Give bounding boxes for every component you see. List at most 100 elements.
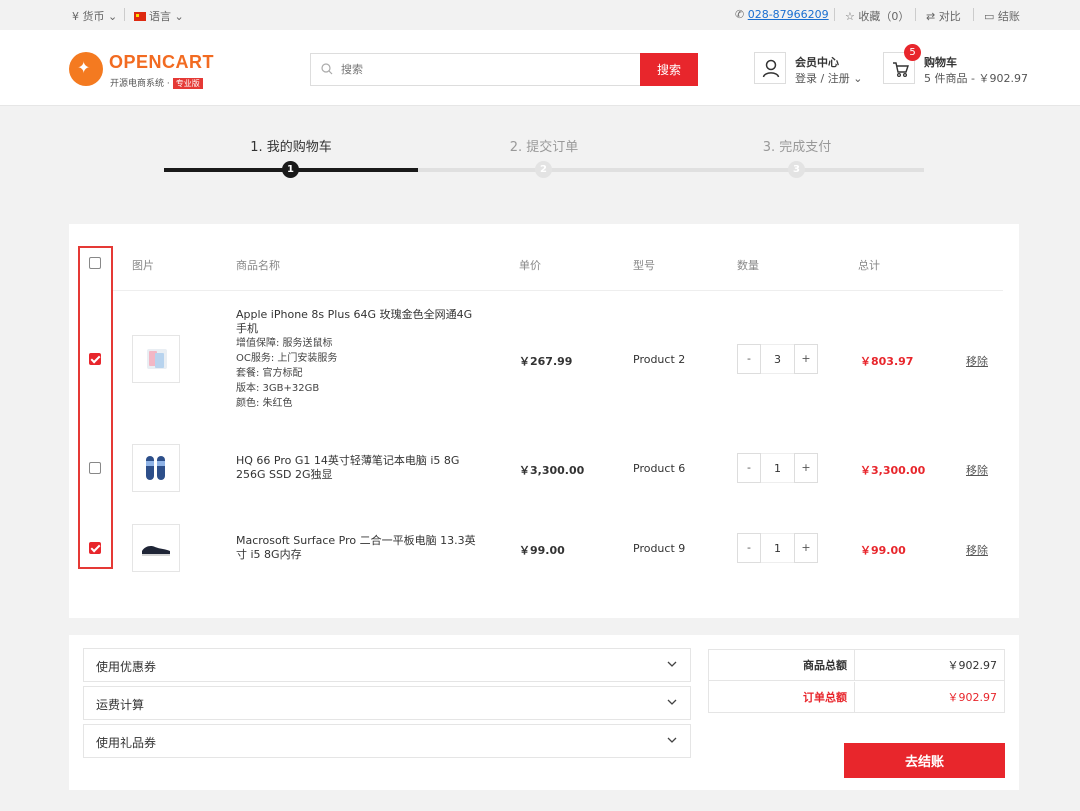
favorites-label: 收藏（0） [858,10,910,23]
slippers-product-icon[interactable] [132,444,180,492]
product-name[interactable]: Apple iPhone 8s Plus 64G 玫瑰金色全网通4G手机 [236,308,476,336]
cart-title: 购物车 [924,56,957,69]
divider [834,8,835,21]
cart-footer: 使用优惠券 运费计算 使用礼品券 商品总额 ￥902.97 订单总额 ￥902.… [69,635,1019,790]
quantity-stepper: - 1 + [737,453,818,483]
increase-qty-button[interactable]: + [794,453,818,483]
login-register-label: 登录 / 注册 [795,72,850,85]
chevron-down-icon: ⌄ [174,10,184,23]
compare-icon: ⇄ [926,10,936,23]
product-name-block: Macrosoft Surface Pro 二合一平板电脑 13.3英寸 i5 … [236,534,476,562]
decrease-qty-button[interactable]: - [737,533,761,563]
checkout-link[interactable]: ▭ 结账 [984,8,1020,24]
unit-price: ￥267.99 [519,355,573,368]
user-icon [754,52,786,84]
product-option: 增值保障: 服务送鼠标 [236,338,333,349]
product-name[interactable]: HQ 66 Pro G1 14英寸轻薄笔记本电脑 i5 8G 256G SSD … [236,454,476,482]
order-summary: 商品总额 ￥902.97 订单总额 ￥902.97 [708,649,1005,713]
chevron-down-icon [667,737,677,743]
order-total-label: 订单总额 [709,682,855,713]
quantity-stepper: - 1 + [737,533,818,563]
cart-summary: 5 件商品 - ￥902.97 [924,72,1028,85]
compare-label: 对比 [938,10,961,23]
divider [124,8,125,21]
col-header-price: 单价 [519,259,541,272]
language-dropdown[interactable]: 语言 ⌄ [134,8,184,24]
phone-icon: ✆ [735,8,745,21]
selection-highlight [78,246,113,569]
product-option: OC服务: 上门安装服务 [236,353,338,364]
product-model: Product 6 [633,462,686,475]
compare-link[interactable]: ⇄ 对比 [926,8,961,24]
gift-voucher-label: 使用礼品券 [96,736,157,750]
order-total-value: ￥902.97 [947,691,998,704]
login-register-link[interactable]: 登录 / 注册 ⌄ [795,70,862,86]
search-input[interactable] [341,54,636,85]
product-name[interactable]: Macrosoft Surface Pro 二合一平板电脑 13.3英寸 i5 … [236,534,476,562]
step-2-dot: 2 [535,161,552,178]
step-2-label: 2. 提交订单 [509,140,579,155]
language-label: 语言 [149,10,171,23]
coupon-label: 使用优惠券 [96,660,157,674]
shipping-label: 运费计算 [96,698,145,712]
site-logo[interactable]: OPENCART 开源电商系统 ·专业版 [69,52,229,89]
product-option: 版本: 3GB+32GB [236,383,320,394]
line-total: ￥803.97 [860,355,914,368]
decrease-qty-button[interactable]: - [737,344,761,374]
subtotal-value: ￥902.97 [947,659,998,672]
remove-button[interactable]: 移除 [966,542,988,558]
quantity-input[interactable]: 1 [761,533,794,563]
header-divider [113,290,1003,291]
quantity-stepper: - 3 + [737,344,818,374]
shipping-accordion[interactable]: 运费计算 [83,686,691,720]
logo-subtitle: 开源电商系统 · 专业版 [110,76,203,89]
site-header: OPENCART 开源电商系统 ·专业版 搜索 会员中心 登录 / 注册 ⌄ 5… [0,30,1080,106]
search-button[interactable]: 搜索 [640,53,698,86]
currency-dropdown[interactable]: ¥ 货币 ⌄ [72,8,117,24]
favorites-link[interactable]: ☆ 收藏（0） [845,8,909,24]
checkout-progress: 1. 我的购物车 1 2. 提交订单 2 3. 完成支付 3 [164,130,924,180]
step-3-label: 3. 完成支付 [762,140,832,155]
chevron-down-icon [667,699,677,705]
subtotal-row: 商品总额 ￥902.97 [709,650,1004,681]
quantity-input[interactable]: 1 [761,453,794,483]
gift-voucher-accordion[interactable]: 使用礼品券 [83,724,691,758]
card-icon: ▭ [984,10,995,23]
cart-count-badge: 5 [904,44,921,61]
product-option: 颜色: 朱红色 [236,398,293,409]
row-checkbox[interactable] [89,353,101,365]
search-field [310,53,642,86]
col-header-name: 商品名称 [236,259,280,272]
product-model: Product 2 [633,353,686,366]
step-1-label: 1. 我的购物车 [250,140,332,155]
coupon-accordion[interactable]: 使用优惠券 [83,648,691,682]
row-checkbox[interactable] [89,462,101,474]
remove-button[interactable]: 移除 [966,462,988,478]
select-all-checkbox[interactable] [89,257,101,269]
chevron-down-icon [667,661,677,667]
order-total-row: 订单总额 ￥902.97 [709,682,1004,713]
remove-button[interactable]: 移除 [966,353,988,369]
currency-label: ¥ 货币 [72,10,105,23]
line-total: ￥99.00 [860,544,906,557]
decrease-qty-button[interactable]: - [737,453,761,483]
logo-badge: 专业版 [172,78,203,89]
increase-qty-button[interactable]: + [794,344,818,374]
china-flag-icon [134,12,146,21]
shoe-product-icon[interactable] [132,524,180,572]
col-header-image: 图片 [132,259,154,272]
chevron-down-icon: ⌄ [853,72,863,85]
phone-link[interactable]: ✆ 028-87966209 [735,8,829,21]
logo-name: OPENCART [109,52,215,72]
phone-product-icon[interactable] [132,335,180,383]
row-checkbox[interactable] [89,542,101,554]
checkout-button[interactable]: 去结账 [844,743,1005,778]
product-name-block: HQ 66 Pro G1 14英寸轻薄笔记本电脑 i5 8G 256G SSD … [236,454,476,482]
subtotal-label: 商品总额 [709,650,855,681]
increase-qty-button[interactable]: + [794,533,818,563]
phone-number: 028-87966209 [747,8,829,21]
unit-price: ￥99.00 [519,544,565,557]
product-name-block: Apple iPhone 8s Plus 64G 玫瑰金色全网通4G手机 增值保… [236,308,476,411]
quantity-input[interactable]: 3 [761,344,794,374]
top-bar: ¥ 货币 ⌄ 语言 ⌄ ✆ 028-87966209 ☆ 收藏（0） ⇄ 对比 … [0,0,1080,30]
